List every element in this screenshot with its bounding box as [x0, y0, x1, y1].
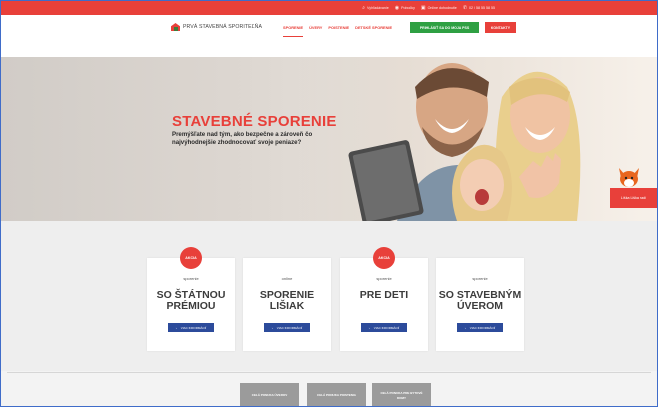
nav-item-detske-sporenie[interactable]: DETSKÉ SPORENIE: [355, 25, 392, 37]
logo-text: PRVÁ STAVEBNÁ SPORITEĽŇA: [183, 24, 263, 30]
search-link[interactable]: ⌕ Vyhľadávanie: [362, 4, 389, 11]
product-card-sporenie-lisiak[interactable]: online SPORENIE LIŠIAK › VIAC INFORMÁCIÍ: [243, 258, 331, 351]
more-info-label: VIAC INFORMÁCIÍ: [276, 325, 303, 330]
contact-button[interactable]: KONTAKTY: [485, 22, 516, 33]
fox-advice-tab[interactable]: Líška Liška radí: [610, 188, 657, 208]
promo-badge: AKCIA: [373, 247, 395, 269]
promo-badge: AKCIA: [180, 247, 202, 269]
appointment-label: Online dohodnutie: [427, 6, 457, 10]
phone-number: 02 / 58 55 58 55: [469, 6, 495, 10]
card-title: SPORENIE LIŠIAK: [259, 289, 315, 312]
product-card-stavebny-uver[interactable]: sporenie SO STAVEBNÝM ÚVEROM › VIAC INFO…: [436, 258, 524, 351]
fox-mascot-icon[interactable]: [616, 166, 642, 190]
calendar-icon: ▣: [420, 4, 426, 11]
more-info-label: VIAC INFORMÁCIÍ: [180, 325, 207, 330]
chevron-right-icon: ›: [368, 325, 370, 330]
card-title: SO ŠTÁTNOU PRÉMIOU: [156, 289, 226, 312]
browser-viewport: ⌕ Vyhľadávanie ◉ Pobočky ▣ Online dohodn…: [0, 0, 658, 407]
main-nav: SPORENIE ÚVERY POISTENIE DETSKÉ SPORENIE: [283, 25, 392, 37]
login-button[interactable]: PRIHLÁSIŤ SA DO MOJA PSS: [410, 22, 479, 33]
more-info-button[interactable]: › VIAC INFORMÁCIÍ: [457, 323, 503, 332]
more-info-button[interactable]: › VIAC INFORMÁCIÍ: [168, 323, 214, 332]
branches-label: Pobočky: [401, 6, 415, 10]
all-insurance-button[interactable]: CELÁ PONUKA POISTENIA: [307, 383, 366, 406]
utility-bar: ⌕ Vyhľadávanie ◉ Pobočky ▣ Online dohodn…: [1, 1, 657, 15]
chevron-right-icon: ›: [175, 325, 177, 330]
hero-family-photo: [297, 57, 657, 221]
section-divider: [7, 372, 651, 373]
search-label: Vyhľadávanie: [367, 6, 389, 10]
card-title: SO STAVEBNÝM ÚVEROM: [438, 289, 522, 312]
appointment-link[interactable]: ▣ Online dohodnutie: [420, 4, 457, 11]
hero-banner: STAVEBNÉ SPORENIE Premýšľate nad tým, ak…: [1, 57, 657, 221]
card-kicker: sporenie: [376, 276, 392, 281]
hero-title: STAVEBNÉ SPORENIE: [172, 113, 337, 130]
hero-subtitle: Premýšľate nad tým, ako bezpečne a zárov…: [172, 131, 313, 146]
branches-link[interactable]: ◉ Pobočky: [394, 4, 415, 11]
all-loans-button[interactable]: CELÁ PONUKA ÚVEROV: [240, 383, 299, 406]
more-info-label: VIAC INFORMÁCIÍ: [469, 325, 496, 330]
search-icon: ⌕: [362, 4, 366, 11]
nav-item-uvery[interactable]: ÚVERY: [309, 25, 322, 37]
phone-link[interactable]: ✆ 02 / 58 55 58 55: [462, 4, 495, 11]
product-card-statna-premia[interactable]: sporenie SO ŠTÁTNOU PRÉMIOU › VIAC INFOR…: [147, 258, 235, 351]
chevron-right-icon: ›: [464, 325, 466, 330]
chevron-right-icon: ›: [271, 325, 273, 330]
more-info-label: VIAC INFORMÁCIÍ: [373, 325, 400, 330]
nav-item-poistenie[interactable]: POISTENIE: [328, 25, 349, 37]
site-logo[interactable]: PRVÁ STAVEBNÁ SPORITEĽŇA: [171, 23, 262, 31]
more-info-button[interactable]: › VIAC INFORMÁCIÍ: [264, 323, 310, 332]
card-kicker: sporenie: [472, 276, 488, 281]
all-apartment-houses-button[interactable]: CELÁ PONUKA PRE BYTOVÉ DOMY: [372, 383, 431, 406]
nav-item-sporenie[interactable]: SPORENIE: [283, 25, 304, 37]
card-kicker: sporenie: [183, 276, 199, 281]
more-info-button[interactable]: › VIAC INFORMÁCIÍ: [361, 323, 407, 332]
product-card-pre-deti[interactable]: sporenie PRE DETI › VIAC INFORMÁCIÍ: [340, 258, 428, 351]
house-logo-icon: [171, 23, 180, 31]
phone-icon: ✆: [462, 4, 468, 11]
card-kicker: online: [281, 276, 293, 281]
card-title: PRE DETI: [359, 289, 409, 301]
eye-icon: ◉: [394, 4, 400, 11]
